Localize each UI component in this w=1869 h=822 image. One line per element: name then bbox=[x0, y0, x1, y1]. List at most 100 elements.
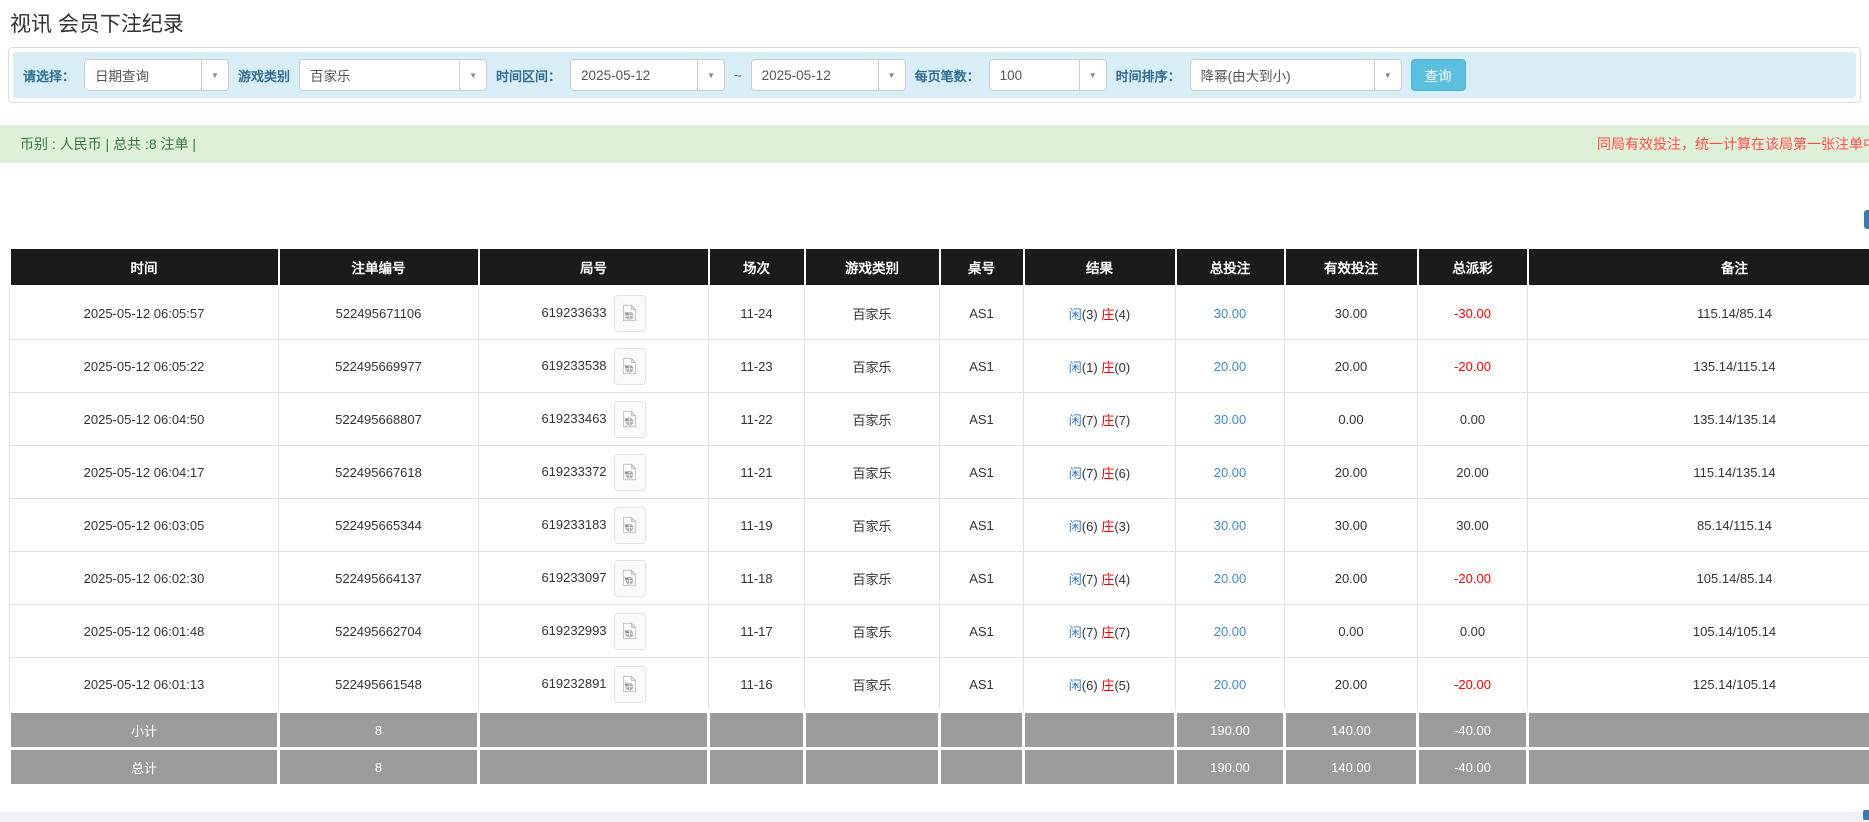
cell-session: 11-23 bbox=[709, 340, 805, 393]
cell-result: 闲(7) 庄(7) bbox=[1024, 393, 1176, 446]
col-remark: 备注 bbox=[1528, 248, 1869, 286]
total-bet-link[interactable]: 20.00 bbox=[1214, 624, 1247, 639]
cell-valid-bet: 20.00 bbox=[1285, 340, 1418, 393]
cell-valid-bet: 0.00 bbox=[1285, 393, 1418, 446]
cell-game-type: 百家乐 bbox=[805, 658, 940, 712]
query-button[interactable]: 查询 bbox=[1411, 59, 1466, 91]
video-replay-button[interactable] bbox=[614, 560, 646, 597]
cell-total-payout: -20.00 bbox=[1418, 552, 1528, 605]
page-size-select[interactable]: 100 ▼ bbox=[989, 59, 1107, 91]
table-body: 2025-05-12 06:05:57 522495671106 6192336… bbox=[10, 286, 1869, 712]
video-replay-button[interactable] bbox=[614, 401, 646, 438]
cell-round-number: 619233097 bbox=[479, 552, 709, 605]
total-bet-link[interactable]: 30.00 bbox=[1214, 412, 1247, 427]
page-size-value: 100 bbox=[990, 60, 1079, 90]
total-bet-link[interactable]: 30.00 bbox=[1214, 306, 1247, 321]
cell-valid-bet: 30.00 bbox=[1285, 499, 1418, 552]
chevron-down-icon: ▼ bbox=[459, 60, 486, 90]
cell-game-type: 百家乐 bbox=[805, 605, 940, 658]
video-replay-button[interactable] bbox=[614, 613, 646, 650]
cell-bet-number: 522495664137 bbox=[279, 552, 479, 605]
bet-records-table-wrap: 时间 注单编号 局号 场次 游戏类别 桌号 结果 总投注 有效投注 总派彩 备注… bbox=[8, 247, 1869, 787]
filter-panel: 请选择： 日期查询 ▼ 游戏类别 百家乐 ▼ 时间区间： 2025-05-12 … bbox=[8, 47, 1861, 103]
result-player: 闲 bbox=[1069, 572, 1082, 587]
video-replay-button[interactable] bbox=[614, 666, 646, 703]
chevron-down-icon: ▼ bbox=[878, 60, 905, 90]
cell-game-type: 百家乐 bbox=[805, 340, 940, 393]
total-bet-link[interactable]: 30.00 bbox=[1214, 518, 1247, 533]
cell-table-number: AS1 bbox=[940, 605, 1024, 658]
result-banker: 庄 bbox=[1101, 572, 1114, 587]
result-banker: 庄 bbox=[1101, 625, 1114, 640]
subtotal-empty bbox=[479, 712, 709, 749]
film-clip-icon bbox=[622, 622, 637, 640]
cell-total-bet: 20.00 bbox=[1176, 605, 1285, 658]
select-type-label: 请选择： bbox=[23, 66, 75, 85]
cell-time: 2025-05-12 06:04:17 bbox=[10, 446, 279, 499]
cell-table-number: AS1 bbox=[940, 499, 1024, 552]
cell-round-number: 619233372 bbox=[479, 446, 709, 499]
grand-total-empty bbox=[940, 749, 1024, 786]
cell-game-type: 百家乐 bbox=[805, 286, 940, 340]
game-type-label: 游戏类别 bbox=[238, 66, 290, 85]
film-clip-icon bbox=[622, 304, 637, 322]
video-replay-button[interactable] bbox=[614, 295, 646, 332]
subtotal-remark bbox=[1528, 712, 1869, 749]
cell-total-bet: 20.00 bbox=[1176, 340, 1285, 393]
date-to-input[interactable]: 2025-05-12 ▼ bbox=[751, 59, 906, 91]
sort-select[interactable]: 降幂(由大到小) ▼ bbox=[1190, 59, 1402, 91]
total-bet-link[interactable]: 20.00 bbox=[1214, 465, 1247, 480]
query-type-value: 日期查询 bbox=[85, 60, 201, 90]
chevron-down-icon: ▼ bbox=[1374, 60, 1401, 90]
result-player-score: (7) bbox=[1082, 625, 1098, 640]
cell-remark: 115.14/85.14 bbox=[1528, 286, 1869, 340]
cell-game-type: 百家乐 bbox=[805, 499, 940, 552]
col-table-number: 桌号 bbox=[940, 248, 1024, 286]
result-banker: 庄 bbox=[1101, 307, 1114, 322]
date-from-input[interactable]: 2025-05-12 ▼ bbox=[570, 59, 725, 91]
video-replay-button[interactable] bbox=[614, 507, 646, 544]
cell-result: 闲(1) 庄(0) bbox=[1024, 340, 1176, 393]
cell-time: 2025-05-12 06:01:13 bbox=[10, 658, 279, 712]
game-type-select[interactable]: 百家乐 ▼ bbox=[299, 59, 487, 91]
cell-time: 2025-05-12 06:05:22 bbox=[10, 340, 279, 393]
result-player: 闲 bbox=[1069, 466, 1082, 481]
subtotal-empty bbox=[1024, 712, 1176, 749]
cell-valid-bet: 0.00 bbox=[1285, 605, 1418, 658]
total-bet-link[interactable]: 20.00 bbox=[1214, 677, 1247, 692]
table-row: 2025-05-12 06:01:48 522495662704 6192329… bbox=[10, 605, 1869, 658]
total-bet-link[interactable]: 20.00 bbox=[1214, 359, 1247, 374]
cell-table-number: AS1 bbox=[940, 658, 1024, 712]
video-replay-button[interactable] bbox=[614, 454, 646, 491]
query-type-select[interactable]: 日期查询 ▼ bbox=[84, 59, 229, 91]
video-replay-button[interactable] bbox=[614, 348, 646, 385]
cell-bet-number: 522495669977 bbox=[279, 340, 479, 393]
cell-valid-bet: 30.00 bbox=[1285, 286, 1418, 340]
cell-total-bet: 30.00 bbox=[1176, 286, 1285, 340]
cell-time: 2025-05-12 06:01:48 bbox=[10, 605, 279, 658]
total-bet-link[interactable]: 20.00 bbox=[1214, 571, 1247, 586]
subtotal-label: 小计 bbox=[10, 712, 279, 749]
cell-round-number: 619233633 bbox=[479, 286, 709, 340]
subtotal-empty bbox=[709, 712, 805, 749]
cutoff-export-button[interactable] bbox=[1864, 210, 1869, 229]
cell-session: 11-22 bbox=[709, 393, 805, 446]
chevron-down-icon: ▼ bbox=[201, 60, 228, 90]
cell-valid-bet: 20.00 bbox=[1285, 446, 1418, 499]
cell-remark: 125.14/105.14 bbox=[1528, 658, 1869, 712]
result-player: 闲 bbox=[1069, 678, 1082, 693]
subtotal-total-bet: 190.00 bbox=[1176, 712, 1285, 749]
subtotal-payout: -40.00 bbox=[1418, 712, 1528, 749]
result-player: 闲 bbox=[1069, 413, 1082, 428]
result-banker: 庄 bbox=[1101, 466, 1114, 481]
cell-session: 11-24 bbox=[709, 286, 805, 340]
col-time: 时间 bbox=[10, 248, 279, 286]
table-row: 2025-05-12 06:05:57 522495671106 6192336… bbox=[10, 286, 1869, 340]
chevron-down-icon: ▼ bbox=[1079, 60, 1106, 90]
cutoff-bottom-button[interactable] bbox=[1863, 810, 1869, 820]
cell-remark: 135.14/115.14 bbox=[1528, 340, 1869, 393]
cell-time: 2025-05-12 06:04:50 bbox=[10, 393, 279, 446]
table-row: 2025-05-12 06:02:30 522495664137 6192330… bbox=[10, 552, 1869, 605]
col-result: 结果 bbox=[1024, 248, 1176, 286]
grand-total-row: 总计 8 190.00 140.00 -40.00 bbox=[10, 749, 1869, 786]
